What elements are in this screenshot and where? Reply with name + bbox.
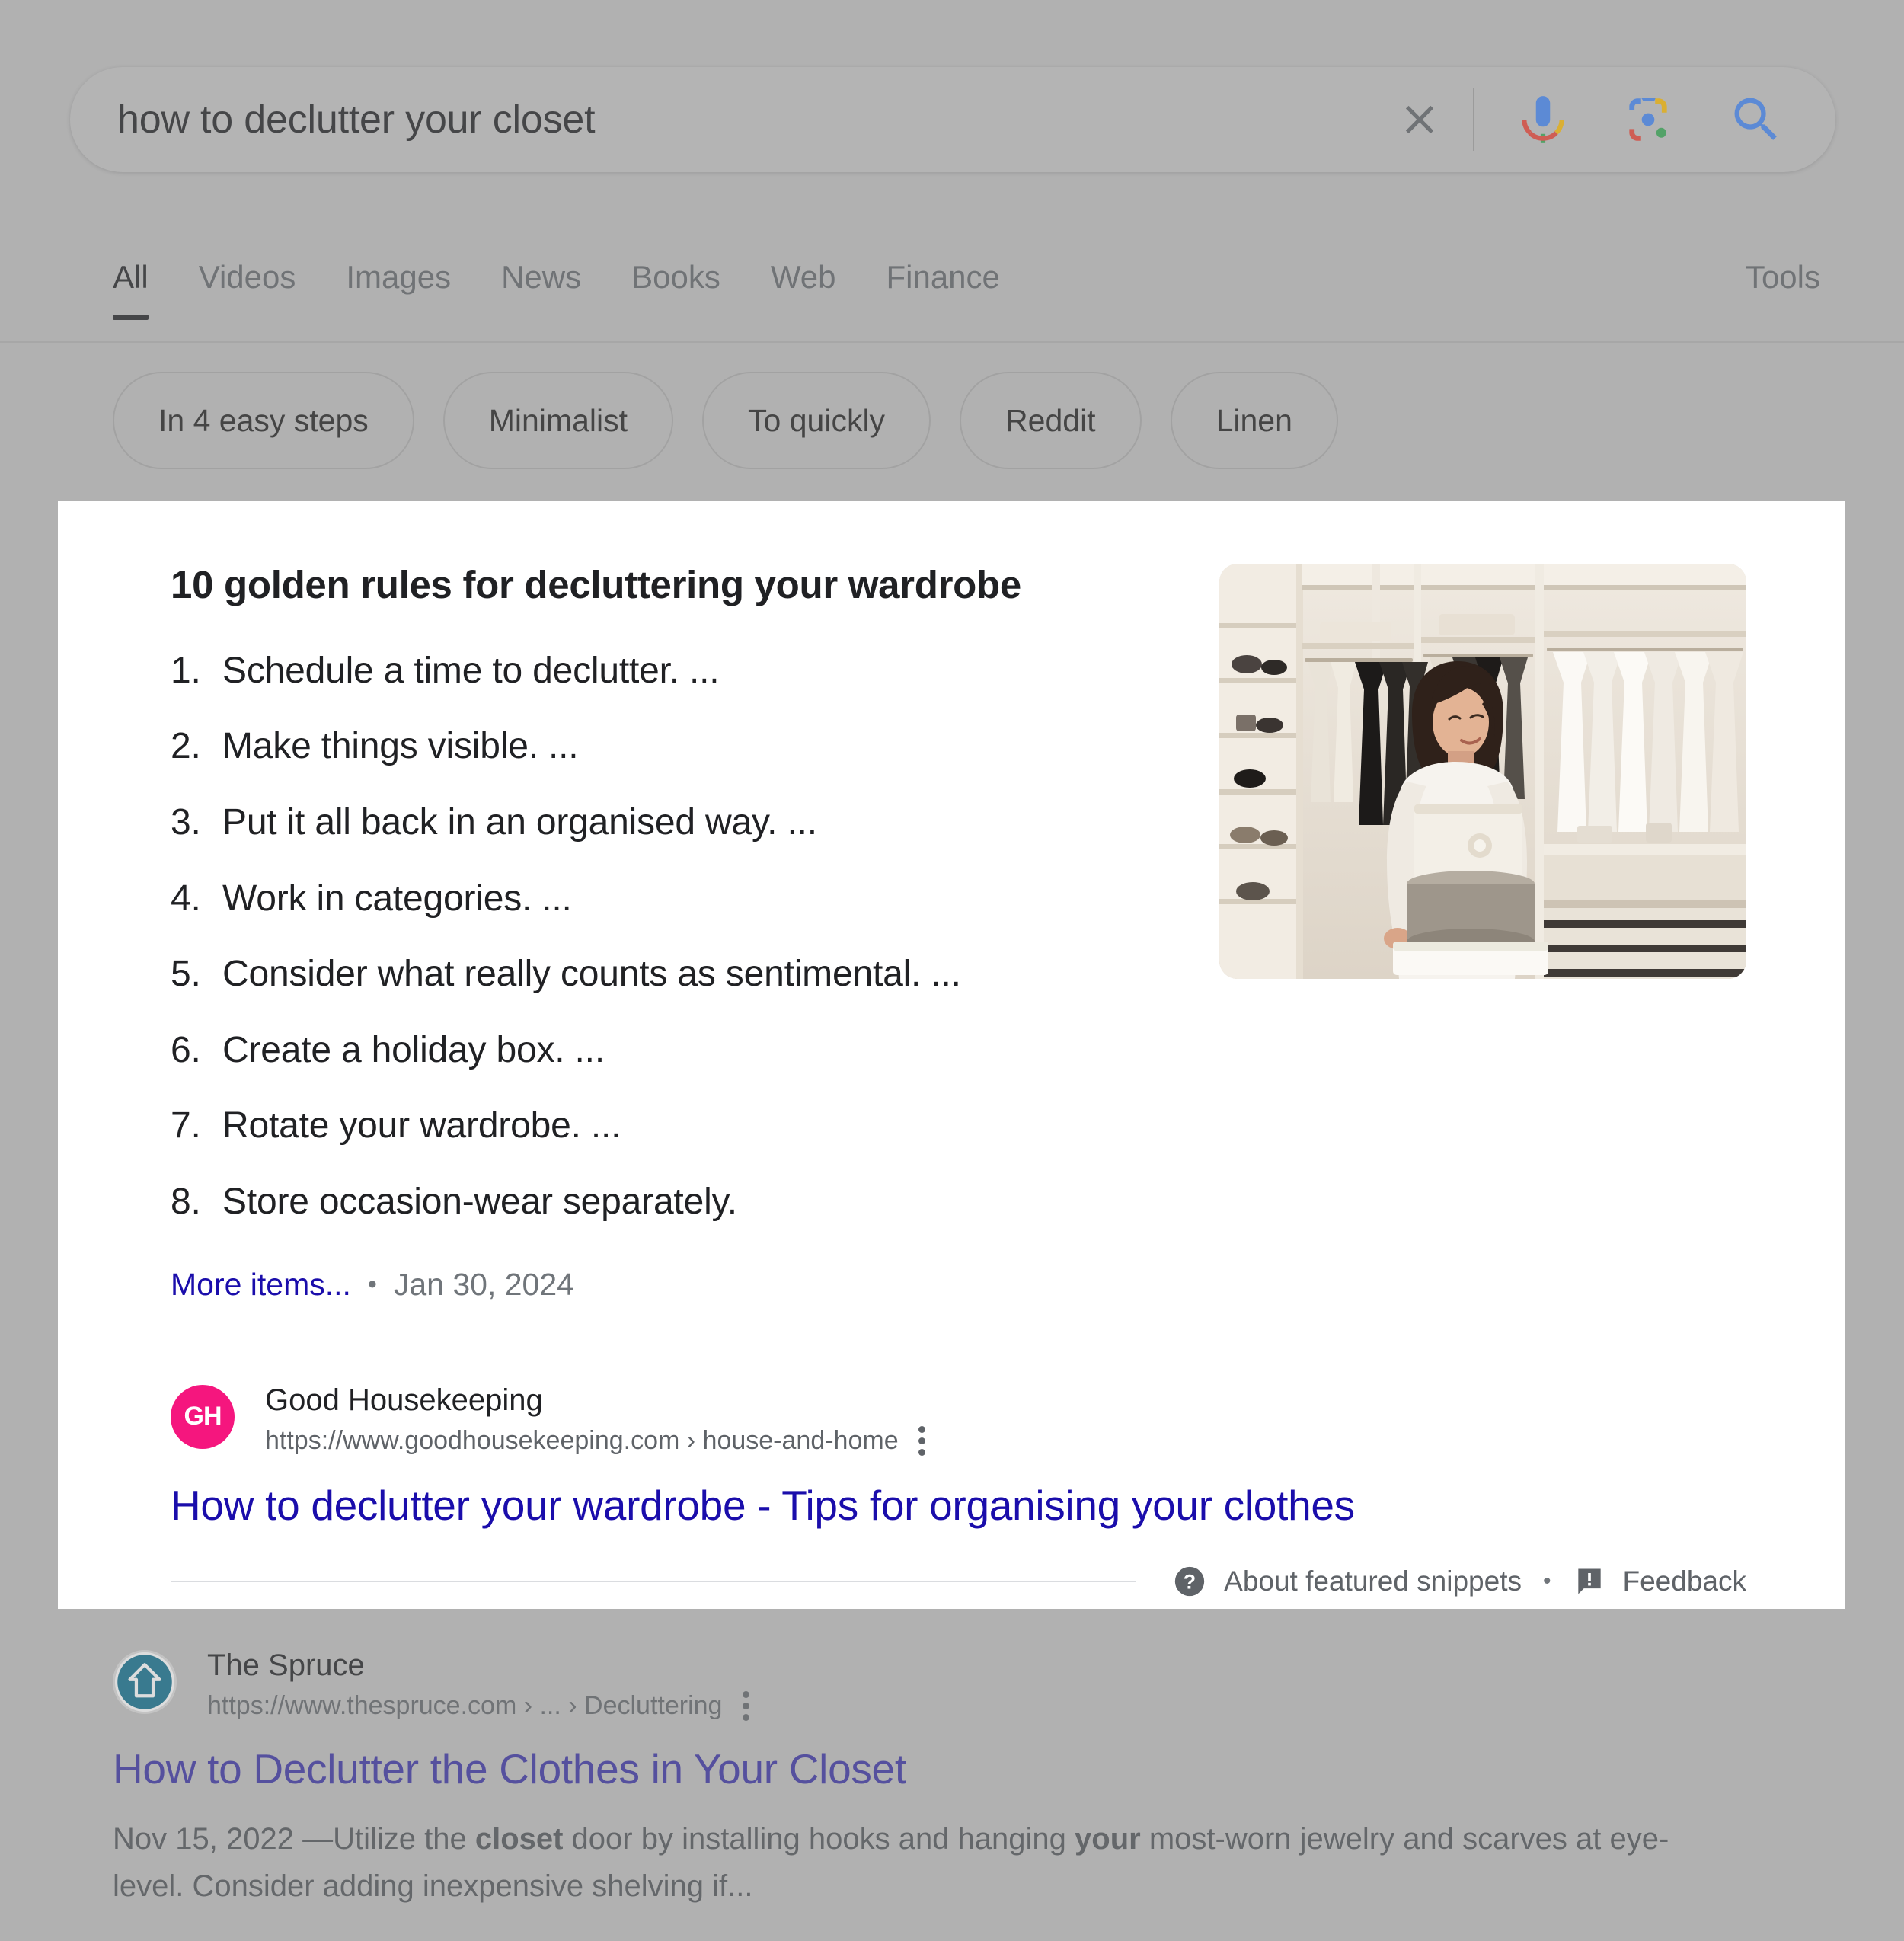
organic-result-description: Nov 15, 2022 —Utilize the closet door by… — [113, 1815, 1720, 1911]
chip-reddit[interactable]: Reddit — [960, 372, 1142, 469]
search-header: All Videos Images News Books Web Finance… — [0, 0, 1904, 469]
tab-all[interactable]: All — [113, 242, 149, 320]
highlight-dim-overlay — [58, 501, 1845, 1609]
organic-desc-part2: door by installing hooks and hanging — [563, 1822, 1075, 1856]
tab-books[interactable]: Books — [631, 242, 720, 318]
tab-images[interactable]: Images — [346, 242, 451, 318]
related-filter-chips: In 4 easy steps Minimalist To quickly Re… — [113, 372, 1338, 469]
microphone-icon — [1522, 96, 1564, 143]
chip-linen[interactable]: Linen — [1170, 372, 1338, 469]
search-input[interactable] — [117, 97, 1382, 142]
organic-source-url-row: https://www.thespruce.com › ... › Declut… — [207, 1691, 749, 1721]
organic-result-link[interactable]: How to Declutter the Clothes in Your Clo… — [113, 1744, 1788, 1794]
organic-desc-keyword-your: your — [1075, 1822, 1141, 1856]
tools-button[interactable]: Tools — [1746, 242, 1820, 318]
voice-search-button[interactable] — [1500, 77, 1586, 162]
camera-lens-icon — [1629, 98, 1667, 141]
search-nav-tabs: All Videos Images News Books Web Finance… — [0, 242, 1904, 343]
chip-to-quickly[interactable]: To quickly — [702, 372, 931, 469]
search-submit-button[interactable] — [1714, 77, 1799, 162]
house-arrow-icon — [117, 1655, 172, 1709]
tab-finance[interactable]: Finance — [886, 242, 999, 318]
tab-videos[interactable]: Videos — [199, 242, 296, 318]
search-bar[interactable] — [70, 67, 1835, 172]
tab-web[interactable]: Web — [771, 242, 836, 318]
tab-news[interactable]: News — [501, 242, 581, 318]
chip-in-4-easy-steps[interactable]: In 4 easy steps — [113, 372, 414, 469]
search-bar-divider — [1473, 88, 1474, 151]
search-bar-actions — [1382, 77, 1799, 162]
organic-result-options-kebab-icon[interactable] — [742, 1691, 749, 1721]
chip-minimalist[interactable]: Minimalist — [442, 372, 674, 469]
organic-result-date: Nov 15, 2022 — [113, 1822, 294, 1856]
lens-search-button[interactable] — [1605, 77, 1691, 162]
organic-desc-dash: — — [302, 1822, 334, 1856]
organic-source-text-group: The Spruce https://www.thespruce.com › .… — [207, 1645, 749, 1721]
the-spruce-favicon — [113, 1650, 177, 1714]
clear-search-button[interactable] — [1382, 82, 1458, 158]
search-icon — [1734, 98, 1777, 140]
organic-source-site-name: The Spruce — [207, 1648, 365, 1682]
organic-result-source: The Spruce https://www.thespruce.com › .… — [113, 1645, 1788, 1721]
close-icon — [1405, 105, 1434, 134]
organic-result-the-spruce: The Spruce https://www.thespruce.com › .… — [113, 1645, 1788, 1911]
organic-source-url: https://www.thespruce.com › ... › Declut… — [207, 1691, 723, 1720]
organic-desc-part1: Utilize the — [333, 1822, 475, 1856]
organic-desc-keyword-closet: closet — [474, 1822, 564, 1856]
